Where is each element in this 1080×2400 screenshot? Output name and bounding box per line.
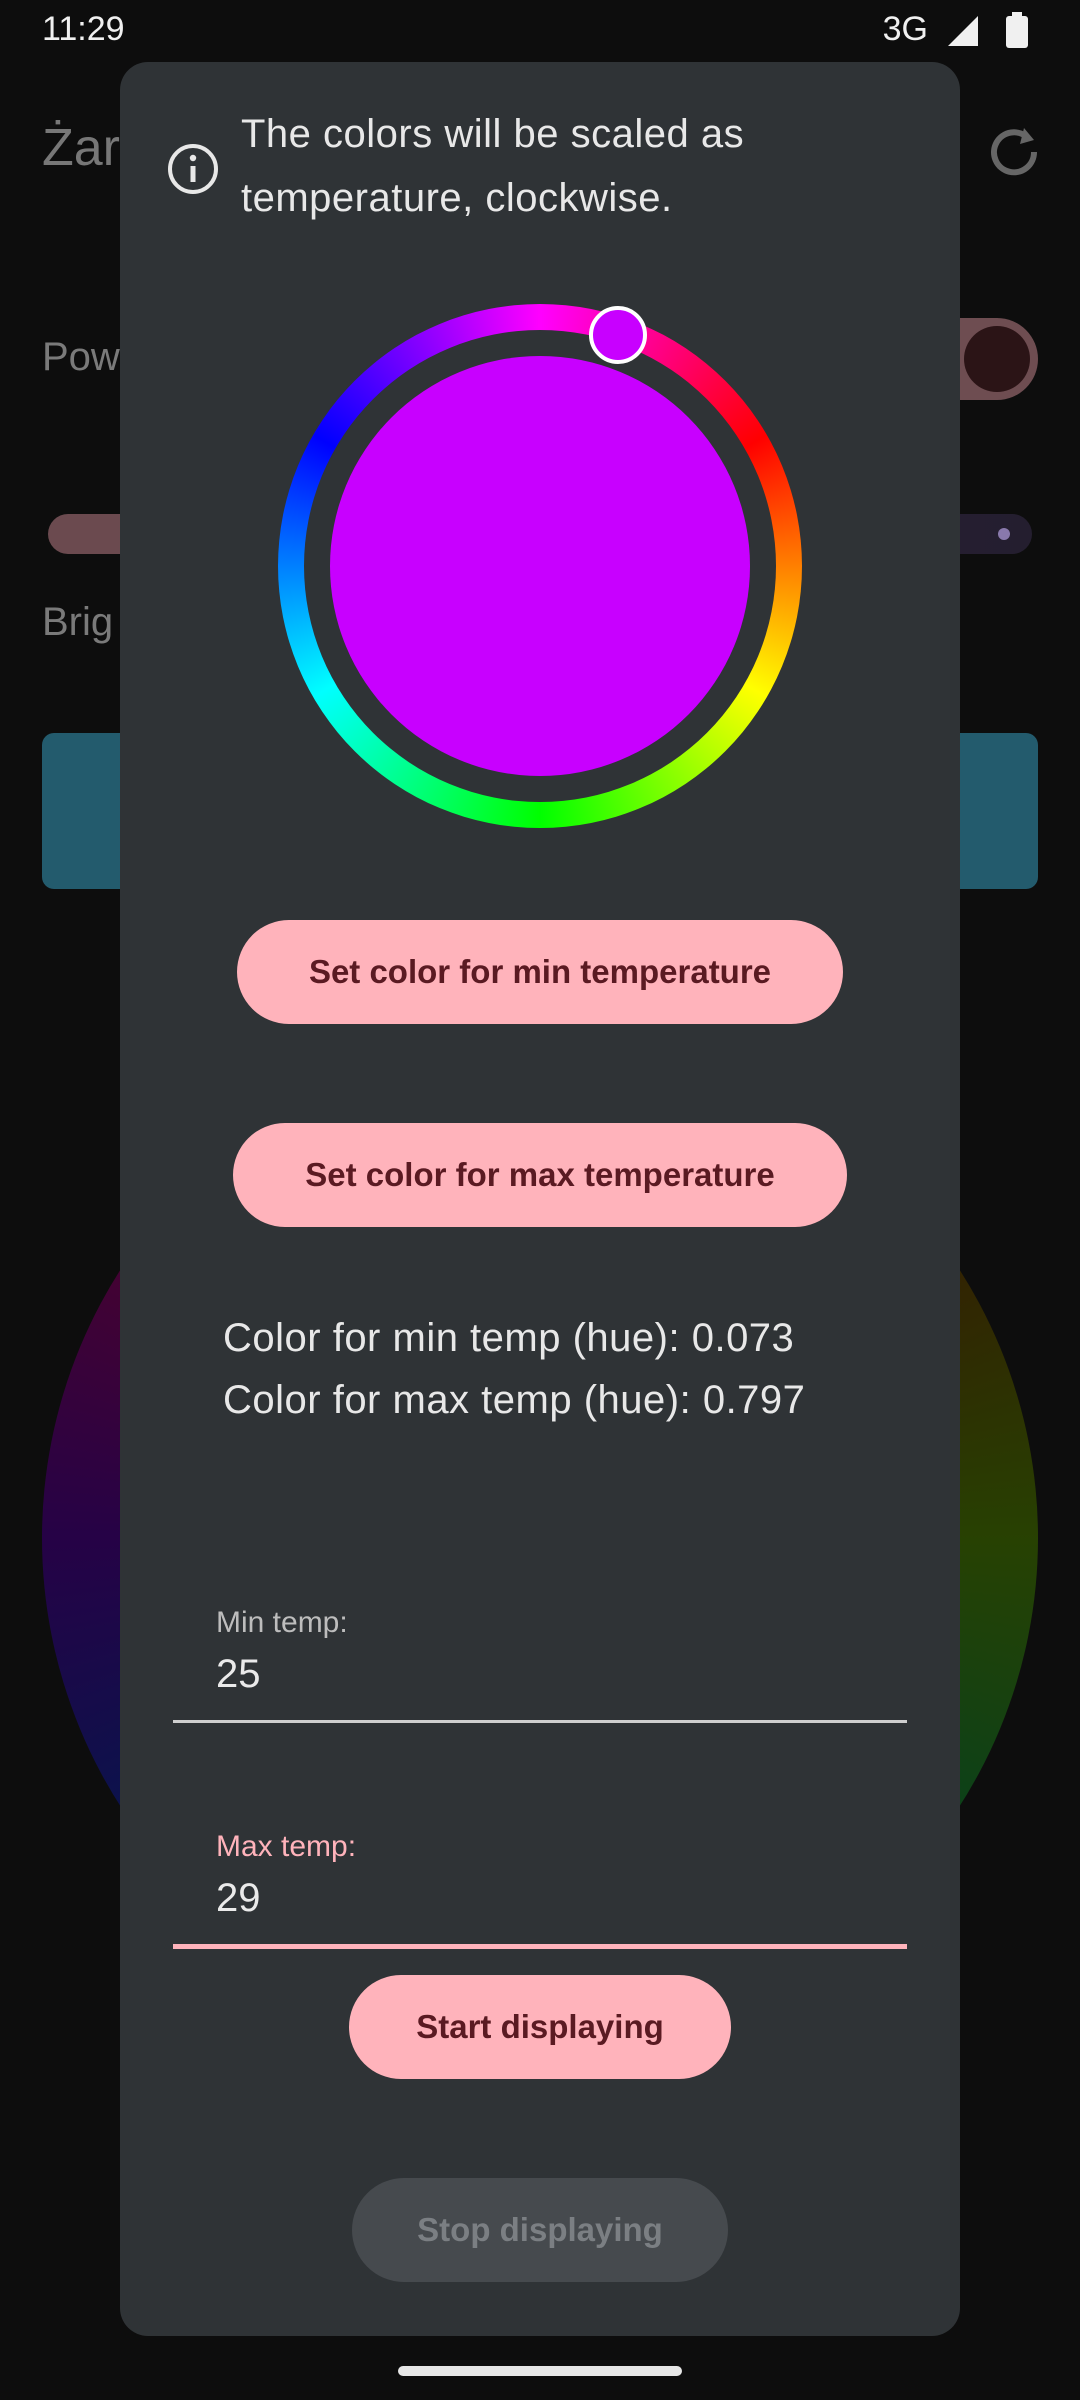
status-time: 11:29 (42, 10, 125, 48)
set-min-color-button[interactable]: Set color for min temperature (237, 920, 843, 1024)
max-temp-label: Max temp: (216, 1830, 357, 1863)
min-temp-field[interactable]: Min temp: 25 (173, 1532, 907, 1723)
slider-dot (998, 528, 1010, 540)
info-icon (166, 142, 220, 201)
power-label: Pow (42, 335, 120, 379)
max-temp-underline (173, 1944, 907, 1949)
stop-displaying-button[interactable]: Stop displaying (352, 2178, 728, 2282)
info-text: The colors will be scaled as temperature… (241, 112, 745, 220)
hue-handle[interactable] (589, 306, 647, 364)
battery-icon (1006, 12, 1028, 53)
app-title: Żar (42, 119, 120, 177)
cell-signal-icon (946, 14, 980, 53)
gesture-home-bar[interactable] (398, 2366, 682, 2376)
status-bar: 11:29 3G (0, 0, 1080, 60)
selected-color-preview (330, 356, 750, 776)
min-hue-text: Color for min temp (hue): 0.073 (223, 1316, 795, 1360)
refresh-icon (984, 122, 1044, 187)
min-temp-input[interactable]: 25 (216, 1652, 261, 1697)
max-hue-text: Color for max temp (hue): 0.797 (223, 1378, 806, 1422)
max-temp-input[interactable]: 29 (216, 1876, 261, 1921)
max-temp-field[interactable]: Max temp: 29 (173, 1756, 907, 1949)
min-temp-underline (173, 1720, 907, 1723)
brightness-label: Brig (42, 600, 114, 644)
network-type: 3G (882, 10, 928, 48)
switch-thumb (964, 326, 1030, 392)
set-max-color-button[interactable]: Set color for max temperature (233, 1123, 847, 1227)
start-displaying-button[interactable]: Start displaying (349, 1975, 731, 2079)
color-wheel[interactable] (278, 304, 802, 828)
min-temp-label: Min temp: (216, 1606, 348, 1639)
temperature-color-dialog: The colors will be scaled as temperature… (120, 62, 960, 2336)
